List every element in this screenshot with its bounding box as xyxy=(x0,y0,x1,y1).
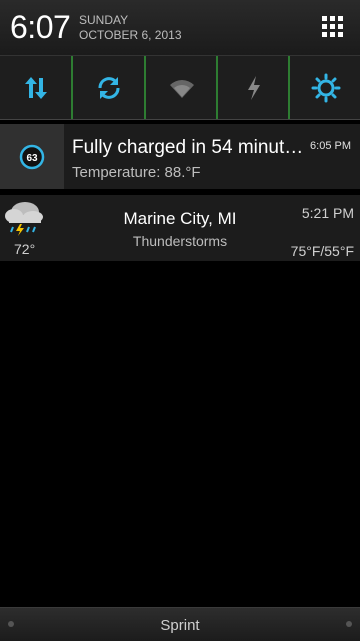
battery-notification-time: 6:05 PM xyxy=(310,140,351,152)
battery-notification-subtitle: Temperature: 88.°F xyxy=(72,164,201,181)
weather-notification[interactable]: 72° Marine City, MI Thunderstorms 5:21 P… xyxy=(0,195,360,261)
sync-toggle[interactable] xyxy=(71,56,144,119)
brightness-toggle[interactable] xyxy=(288,56,360,119)
date-label: OCTOBER 6, 2013 xyxy=(79,28,182,42)
carrier-bar[interactable]: Sprint xyxy=(0,607,360,641)
sync-icon xyxy=(98,76,119,99)
notification-header: 6:07 SUNDAY OCTOBER 6, 2013 xyxy=(0,0,360,55)
day-label: SUNDAY xyxy=(79,13,129,27)
mobile-data-toggle[interactable] xyxy=(0,56,71,119)
battery-level-icon: 63 xyxy=(0,124,64,189)
mobile-data-icon xyxy=(24,76,47,99)
battery-notification[interactable]: 63 Fully charged in 54 minut… 6:05 PM Te… xyxy=(0,124,360,189)
flashlight-toggle[interactable] xyxy=(216,56,289,119)
wifi-icon xyxy=(169,79,194,98)
battery-level-text: 63 xyxy=(26,153,38,164)
right-handle-dot xyxy=(346,621,352,627)
weather-update-time: 5:21 PM xyxy=(301,205,354,221)
flash-icon xyxy=(247,75,260,100)
settings-grid-icon[interactable] xyxy=(322,16,344,38)
wifi-toggle[interactable] xyxy=(144,56,217,119)
quick-settings-bar xyxy=(0,55,360,120)
carrier-label: Sprint xyxy=(160,617,200,634)
clock: 6:07 xyxy=(10,9,71,45)
battery-notification-title: Fully charged in 54 minut… xyxy=(72,137,302,158)
weather-temperature-range: 75°F/55°F xyxy=(290,243,354,259)
brightness-icon xyxy=(311,73,340,102)
